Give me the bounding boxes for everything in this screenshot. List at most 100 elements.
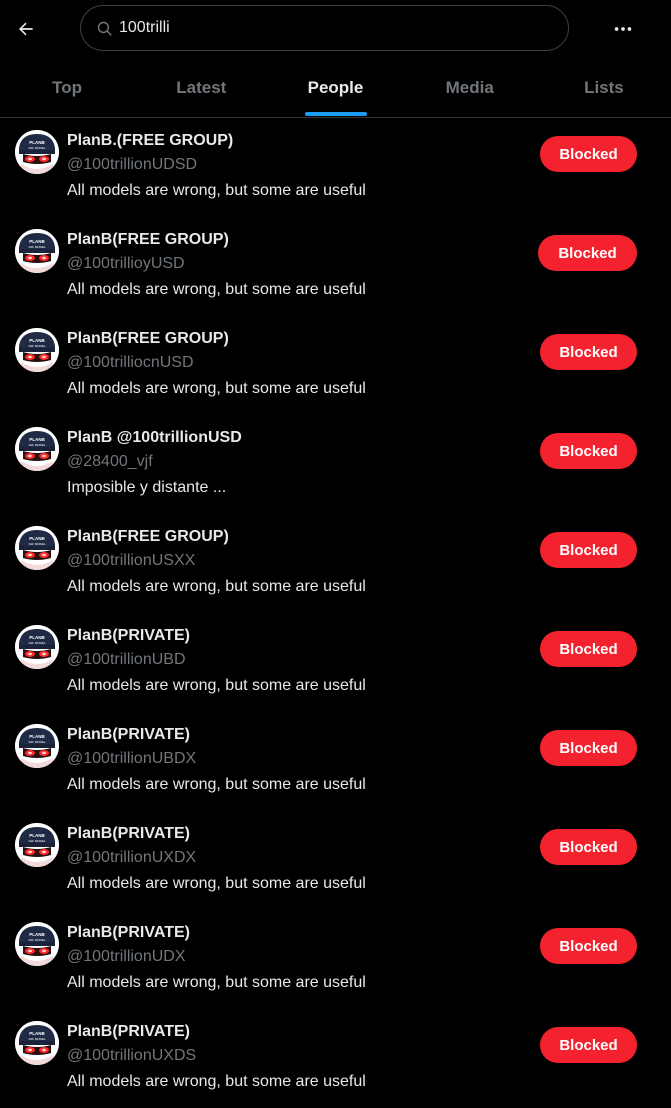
user-result-row[interactable]: PLANB S2F MODEL PlanB(FREE GROUP) @100tr… [0, 217, 671, 316]
more-horizontal-icon [614, 27, 632, 31]
user-result-row[interactable]: PLANB S2F MODEL PlanB(PRIVATE) @100trill… [0, 613, 671, 712]
user-handle[interactable]: @100trillionUXDX [67, 849, 196, 867]
avatar[interactable]: PLANB S2F MODEL [15, 328, 59, 372]
svg-text:S2F MODEL: S2F MODEL [28, 839, 45, 843]
tab-media[interactable]: Media [403, 58, 537, 117]
svg-text:S2F MODEL: S2F MODEL [28, 443, 45, 447]
search-icon [95, 19, 113, 37]
tab-label: Lists [584, 77, 624, 97]
display-name[interactable]: PlanB(PRIVATE) [67, 627, 190, 645]
avatar[interactable]: PLANB S2F MODEL [15, 823, 59, 867]
user-result-row[interactable]: PLANB S2F MODEL PlanB(PRIVATE) @100trill… [0, 811, 671, 910]
svg-text:S2F MODEL: S2F MODEL [28, 641, 45, 645]
svg-text:PLANB: PLANB [29, 338, 45, 343]
tab-latest[interactable]: Latest [134, 58, 268, 117]
user-bio: All models are wrong, but some are usefu… [67, 677, 366, 694]
search-input[interactable] [119, 19, 539, 37]
back-button[interactable] [8, 11, 44, 47]
svg-text:PLANB: PLANB [29, 1031, 45, 1036]
user-handle[interactable]: @100trillionUBD [67, 651, 186, 669]
tab-label: Latest [176, 77, 227, 97]
svg-text:PLANB: PLANB [29, 536, 45, 541]
top-bar [0, 0, 671, 58]
display-name[interactable]: PlanB(FREE GROUP) [67, 528, 229, 546]
people-results-list: PLANB S2F MODEL PlanB.(FREE GROUP) @100t… [0, 118, 671, 1108]
avatar[interactable]: PLANB S2F MODEL [15, 427, 59, 471]
svg-text:S2F MODEL: S2F MODEL [28, 1037, 45, 1041]
user-handle[interactable]: @100trillionUSXX [67, 552, 195, 570]
avatar[interactable]: PLANB S2F MODEL [15, 229, 59, 273]
user-handle[interactable]: @100trillionUDX [67, 948, 186, 966]
svg-text:PLANB: PLANB [29, 734, 45, 739]
user-bio: All models are wrong, but some are usefu… [67, 380, 366, 397]
blocked-button[interactable]: Blocked [540, 136, 637, 172]
blocked-button[interactable]: Blocked [540, 334, 637, 370]
display-name[interactable]: PlanB.(FREE GROUP) [67, 132, 233, 150]
more-options-button[interactable] [603, 11, 643, 47]
display-name[interactable]: PlanB(PRIVATE) [67, 1023, 190, 1041]
user-result-row[interactable]: PLANB S2F MODEL PlanB.(FREE GROUP) @100t… [0, 118, 671, 217]
display-name[interactable]: PlanB(PRIVATE) [67, 924, 190, 942]
user-handle[interactable]: @100trillioyUSD [67, 255, 185, 273]
avatar[interactable]: PLANB S2F MODEL [15, 922, 59, 966]
avatar[interactable]: PLANB S2F MODEL [15, 1021, 59, 1065]
svg-text:PLANB: PLANB [29, 635, 45, 640]
user-result-row[interactable]: PLANB S2F MODEL PlanB(PRIVATE) @100trill… [0, 910, 671, 1009]
svg-text:PLANB: PLANB [29, 833, 45, 838]
blocked-button[interactable]: Blocked [540, 730, 637, 766]
user-result-row[interactable]: PLANB S2F MODEL PlanB(PRIVATE) @100trill… [0, 712, 671, 811]
avatar[interactable]: PLANB S2F MODEL [15, 526, 59, 570]
svg-text:PLANB: PLANB [29, 932, 45, 937]
blocked-button[interactable]: Blocked [540, 1027, 637, 1063]
user-result-row[interactable]: PLANB S2F MODEL PlanB(PRIVATE) @100trill… [0, 1009, 671, 1108]
user-bio: All models are wrong, but some are usefu… [67, 875, 366, 892]
active-tab-indicator [304, 112, 367, 116]
user-bio: All models are wrong, but some are usefu… [67, 974, 366, 991]
tab-label: Media [445, 77, 494, 97]
display-name[interactable]: PlanB(FREE GROUP) [67, 231, 229, 249]
blocked-button[interactable]: Blocked [540, 433, 637, 469]
blocked-button[interactable]: Blocked [540, 928, 637, 964]
tab-people[interactable]: People [268, 58, 402, 117]
user-result-row[interactable]: PLANB S2F MODEL PlanB(FREE GROUP) @100tr… [0, 514, 671, 613]
user-handle[interactable]: @100trilliocnUSD [67, 354, 194, 372]
svg-text:PLANB: PLANB [29, 437, 45, 442]
user-bio: All models are wrong, but some are usefu… [67, 578, 366, 595]
user-bio: Imposible y distante ... [67, 479, 227, 496]
user-result-row[interactable]: PLANB S2F MODEL PlanB @100trillionUSD @2… [0, 415, 671, 514]
tab-lists[interactable]: Lists [537, 58, 671, 117]
user-bio: All models are wrong, but some are usefu… [67, 776, 366, 793]
blocked-button[interactable]: Blocked [540, 631, 637, 667]
user-handle[interactable]: @100trillionUBDX [67, 750, 196, 768]
user-result-row[interactable]: PLANB S2F MODEL PlanB(FREE GROUP) @100tr… [0, 316, 671, 415]
avatar[interactable]: PLANB S2F MODEL [15, 625, 59, 669]
blocked-button[interactable]: Blocked [538, 235, 637, 271]
tab-top[interactable]: Top [0, 58, 134, 117]
search-tabs: Top Latest People Media Lists [0, 58, 671, 118]
display-name[interactable]: PlanB(FREE GROUP) [67, 330, 229, 348]
svg-text:S2F MODEL: S2F MODEL [28, 344, 45, 348]
tab-label: Top [52, 77, 83, 97]
tab-label: People [307, 77, 364, 97]
arrow-left-icon [18, 22, 33, 36]
blocked-button[interactable]: Blocked [540, 532, 637, 568]
display-name[interactable]: PlanB @100trillionUSD [67, 429, 242, 447]
user-handle[interactable]: @100trillionUDSD [67, 156, 197, 174]
svg-text:PLANB: PLANB [29, 140, 45, 145]
svg-text:S2F MODEL: S2F MODEL [28, 146, 45, 150]
user-bio: All models are wrong, but some are usefu… [67, 1073, 366, 1090]
search-box[interactable] [80, 5, 569, 51]
svg-text:S2F MODEL: S2F MODEL [28, 245, 45, 249]
user-bio: All models are wrong, but some are usefu… [67, 182, 366, 199]
svg-text:S2F MODEL: S2F MODEL [28, 938, 45, 942]
user-bio: All models are wrong, but some are usefu… [67, 281, 366, 298]
svg-text:S2F MODEL: S2F MODEL [28, 740, 45, 744]
avatar[interactable]: PLANB S2F MODEL [15, 130, 59, 174]
blocked-button[interactable]: Blocked [540, 829, 637, 865]
svg-text:PLANB: PLANB [29, 239, 45, 244]
user-handle[interactable]: @100trillionUXDS [67, 1047, 196, 1065]
user-handle[interactable]: @28400_vjf [67, 453, 153, 471]
display-name[interactable]: PlanB(PRIVATE) [67, 825, 190, 843]
display-name[interactable]: PlanB(PRIVATE) [67, 726, 190, 744]
avatar[interactable]: PLANB S2F MODEL [15, 724, 59, 768]
